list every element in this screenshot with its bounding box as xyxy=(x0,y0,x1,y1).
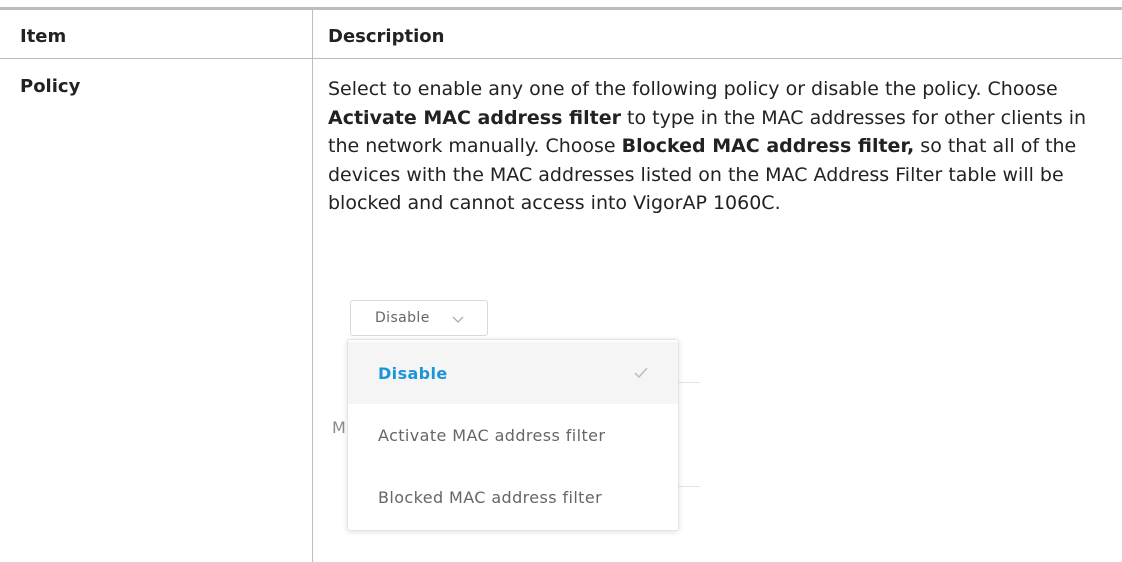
table-header-rule xyxy=(0,58,1122,59)
header-item: Item xyxy=(20,26,67,47)
option-activate-mac-filter[interactable]: Activate MAC address filter xyxy=(348,404,678,466)
table-top-rule xyxy=(0,7,1122,10)
policy-ui-screenshot: M Disable Disable Activate MAC address f… xyxy=(320,290,740,562)
policy-select[interactable]: Disable xyxy=(350,300,488,336)
option-activate-label: Activate MAC address filter xyxy=(378,426,606,445)
desc-bold-blocked: Blocked MAC address filter, xyxy=(621,135,915,157)
check-icon xyxy=(634,367,648,379)
column-divider xyxy=(312,10,313,562)
header-description: Description xyxy=(328,26,445,47)
policy-dropdown-menu: Disable Activate MAC address filter Bloc… xyxy=(347,339,679,531)
policy-description: Select to enable any one of the followin… xyxy=(328,75,1118,218)
option-disable-label: Disable xyxy=(378,364,448,383)
option-blocked-mac-filter[interactable]: Blocked MAC address filter xyxy=(348,466,678,528)
item-policy: Policy xyxy=(20,76,81,97)
option-disable[interactable]: Disable xyxy=(348,342,678,404)
chevron-down-icon xyxy=(452,316,464,323)
desc-bold-activate: Activate MAC address filter xyxy=(328,106,621,129)
background-partial-label: M xyxy=(332,418,346,437)
policy-select-value: Disable xyxy=(375,310,430,326)
desc-text-1: Select to enable any one of the followin… xyxy=(328,78,1058,100)
option-blocked-label: Blocked MAC address filter xyxy=(378,488,603,507)
